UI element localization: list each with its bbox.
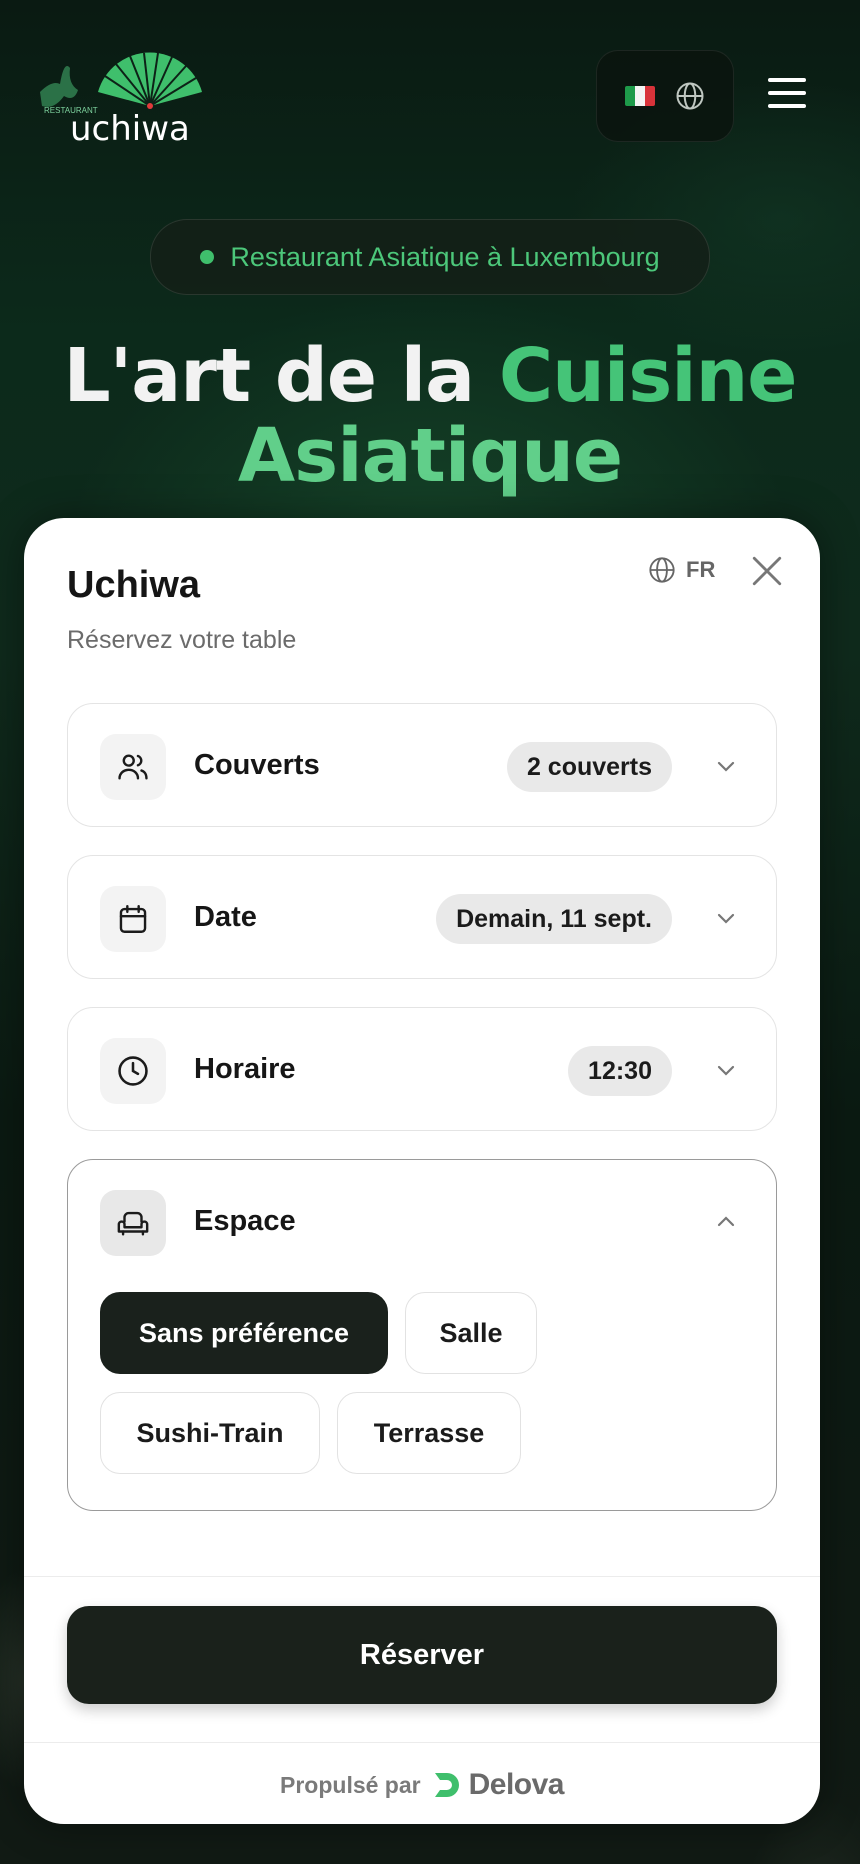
modal-language-code: FR xyxy=(686,557,716,582)
hamburger-icon[interactable] xyxy=(768,78,806,110)
hero-title: L'art de la Cuisine Asiatique xyxy=(0,336,860,496)
section-label: Espace xyxy=(194,1205,296,1237)
delova-brand-text: Delova xyxy=(468,1768,565,1801)
hero-title-part3: Asiatique xyxy=(237,413,623,499)
armchair-icon xyxy=(100,1190,166,1256)
chevron-down-icon xyxy=(717,913,735,924)
delova-logo-icon xyxy=(434,1773,459,1797)
language-switcher[interactable] xyxy=(596,50,734,142)
section-value: 12:30 xyxy=(568,1046,672,1096)
clock-icon xyxy=(100,1038,166,1104)
section-label: Horaire xyxy=(194,1053,296,1085)
restaurant-logo[interactable]: RESTAURANT uchiwa xyxy=(34,50,224,150)
divider xyxy=(24,1742,820,1743)
modal-language-selector[interactable]: FR xyxy=(648,556,715,584)
users-icon xyxy=(100,734,166,800)
globe-icon xyxy=(676,82,704,110)
divider xyxy=(24,1576,820,1577)
powered-by-text: Propulsé par xyxy=(280,1771,421,1798)
modal-title: Uchiwa xyxy=(67,564,201,606)
section-date[interactable]: Date Demain, 11 sept. xyxy=(67,855,777,979)
chevron-down-icon xyxy=(717,1065,735,1076)
section-label: Couverts xyxy=(194,749,320,781)
reservation-modal: Uchiwa Réservez votre table FR Couverts … xyxy=(24,518,820,1824)
close-icon[interactable] xyxy=(750,554,784,588)
section-value: 2 couverts xyxy=(506,742,672,792)
hero-title-part1: L'art de la xyxy=(63,333,499,419)
status-dot-icon xyxy=(200,250,215,264)
location-badge: Restaurant Asiatique à Luxembourg xyxy=(150,219,710,295)
reserve-button[interactable]: Réserver xyxy=(67,1606,777,1704)
italy-flag-icon xyxy=(625,86,655,106)
section-value: Demain, 11 sept. xyxy=(436,894,672,944)
globe-icon xyxy=(649,557,675,583)
calendar-icon xyxy=(100,886,166,952)
section-horaire[interactable]: Horaire 12:30 xyxy=(67,1007,777,1131)
hero-title-part2: Cuisine xyxy=(498,333,798,419)
section-espace: Espace Sans préférence Salle Sushi-Train… xyxy=(67,1159,777,1511)
section-espace-header[interactable]: Espace xyxy=(68,1160,776,1284)
chevron-down-icon xyxy=(717,761,735,772)
delova-brand-link[interactable]: Delova xyxy=(433,1768,565,1802)
logo-text: uchiwa xyxy=(70,109,190,149)
section-couverts[interactable]: Couverts 2 couverts xyxy=(67,703,777,827)
option-terrasse[interactable]: Terrasse xyxy=(337,1392,521,1474)
option-sans-preference[interactable]: Sans préférence xyxy=(100,1292,388,1374)
chevron-up-icon xyxy=(717,1216,735,1227)
powered-by-footer: Propulsé par Delova xyxy=(24,1746,820,1824)
section-label: Date xyxy=(194,901,257,933)
badge-text: Restaurant Asiatique à Luxembourg xyxy=(230,241,660,272)
option-sushi-train[interactable]: Sushi-Train xyxy=(100,1392,320,1474)
option-salle[interactable]: Salle xyxy=(405,1292,537,1374)
modal-subtitle: Réservez votre table xyxy=(67,626,297,654)
